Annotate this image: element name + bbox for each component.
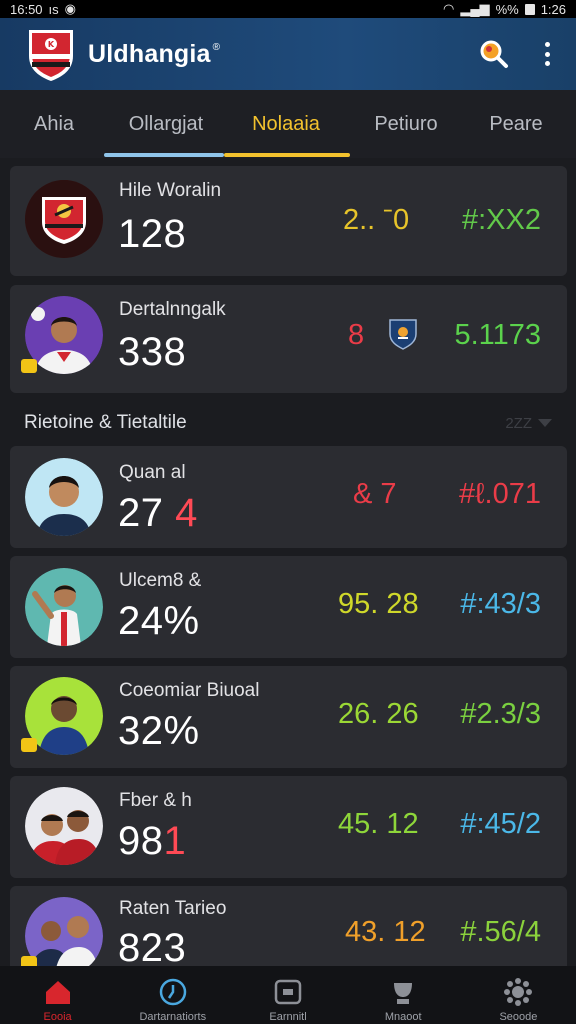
status-bar: 16:50 ıs ◉ ◠ ▂▄▆ %% 1:26 <box>0 0 576 18</box>
stat-value: 45. 12 <box>338 808 419 840</box>
player-name: Fber & h <box>119 790 192 811</box>
stat-ratio: #:45/2 <box>460 808 541 840</box>
tab-ollargjat[interactable]: Ollargjat <box>108 90 224 158</box>
tab-indicator-active <box>224 153 350 157</box>
stat-ratio: #.56/4 <box>460 916 541 948</box>
nav-label: Dartarnatiorts <box>139 1011 207 1023</box>
player-avatar <box>25 458 103 536</box>
wifi-icon: ◠ <box>443 1 455 16</box>
list-item[interactable]: Coeomiar Biuoal 32% 26. 26 #2.3/3 <box>10 666 567 768</box>
bottom-nav: Eooia Dartarnatiorts Earnnitl Mnaoot Seo… <box>0 966 576 1024</box>
list-item[interactable]: Ulcem8 & 24% 95. 28 #:43/3 <box>10 556 567 658</box>
tab-petiuro[interactable]: Petiuro <box>348 90 464 158</box>
status-time: 16:50 <box>10 1 43 17</box>
section-title: Rietoine & Tietaltile <box>24 412 187 433</box>
player-avatar <box>25 568 103 646</box>
player-name: Dertalnngalk <box>119 299 226 320</box>
nav-label: Mnaoot <box>384 1011 422 1023</box>
home-icon <box>42 976 74 1008</box>
player-card[interactable]: Dertalnngalk 338 8 5.1173 <box>10 285 567 393</box>
more-dot-icon <box>544 51 550 57</box>
captain-badge <box>21 359 37 373</box>
player-name: Hile Woralin <box>119 180 222 201</box>
player-score: 338 <box>118 330 187 374</box>
nav-dartarnatiorts[interactable]: Dartarnatiorts <box>115 966 230 1024</box>
app-logo: K <box>26 26 76 82</box>
notification-icon: ◉ <box>64 1 77 16</box>
nav-label: Eooia <box>43 1011 72 1023</box>
signal-icon: ▂▄▆ <box>460 1 490 16</box>
app-bar: K Uldhangia ® <box>0 18 576 90</box>
player-name: Quan al <box>119 462 186 483</box>
svg-text:K: K <box>48 40 55 49</box>
list-item[interactable]: Quan al 27 4 & 7 #ℓ.071 <box>10 446 567 548</box>
app-title: Uldhangia ® <box>88 39 221 68</box>
tab-ahia[interactable]: Ahia <box>0 90 108 158</box>
trophy-icon <box>387 976 419 1008</box>
nav-label: Seoode <box>499 1011 538 1023</box>
list-item[interactable]: Fber & h 981 45. 12 #:45/2 <box>10 776 567 878</box>
player-score: 823 <box>118 926 187 970</box>
more-dot-icon <box>544 42 550 47</box>
search-button[interactable] <box>476 36 512 72</box>
club-shield-icon <box>388 318 418 355</box>
stat-ratio: #2.3/3 <box>460 698 541 730</box>
player-name: Ulcem8 & <box>119 570 202 591</box>
player-score: 27 4 <box>118 491 198 535</box>
status-clock: 1:26 <box>540 1 566 17</box>
player-score: 128 <box>118 212 187 256</box>
chevron-down-icon[interactable] <box>538 419 552 427</box>
battery-percent: %% <box>495 1 519 17</box>
battery-icon <box>524 3 535 15</box>
search-icon <box>480 40 508 68</box>
stat-value: 2.. ˉ0 <box>343 204 410 236</box>
stat-ratio: 5.1173 <box>454 319 541 351</box>
status-left-text: ıs <box>48 1 59 17</box>
nav-earnnitl[interactable]: Earnnitl <box>230 966 345 1024</box>
more-options-button[interactable] <box>540 38 554 70</box>
stat-ratio: #:43/3 <box>460 588 541 620</box>
player-card[interactable]: Hile Woralin 128 2.. ˉ0 #:ХХ2 <box>10 166 567 276</box>
nav-mnaoot[interactable]: Mnaoot <box>346 966 461 1024</box>
stat-ratio: #:ХХ2 <box>462 204 541 236</box>
stat-value: 8 <box>348 319 365 351</box>
clock-icon <box>157 976 189 1008</box>
tab-peare[interactable]: Peare <box>464 90 568 158</box>
stat-value: 43. 12 <box>345 916 426 948</box>
stat-value: 95. 28 <box>338 588 419 620</box>
nav-label: Earnnitl <box>269 1011 307 1023</box>
club-crest-avatar <box>25 180 103 258</box>
tab-nolaaia[interactable]: Nolaaia <box>224 90 348 158</box>
player-score: 32% <box>118 709 200 753</box>
wallet-icon <box>272 976 304 1008</box>
player-name: Coeomiar Biuoal <box>119 680 260 701</box>
settings-icon <box>502 976 534 1008</box>
nav-home[interactable]: Eooia <box>0 966 115 1024</box>
player-score: 981 <box>118 819 187 863</box>
tab-indicator-secondary <box>104 153 224 157</box>
player-name: Raten Tarieo <box>119 898 227 919</box>
more-dot-icon <box>544 61 550 66</box>
stat-value: 26. 26 <box>338 698 419 730</box>
player-avatar <box>25 787 103 865</box>
stat-value: & 7 <box>353 478 397 510</box>
nav-seoode[interactable]: Seoode <box>461 966 576 1024</box>
tab-bar: Ahia Ollargjat Nolaaia Petiuro Peare <box>0 90 576 158</box>
stat-ratio: #ℓ.071 <box>459 478 541 510</box>
captain-badge <box>21 738 37 752</box>
section-value: 2ΖΖ <box>505 414 532 432</box>
section-header: Rietoine & Tietaltile 2ΖΖ <box>0 403 576 443</box>
player-score: 24% <box>118 599 200 643</box>
